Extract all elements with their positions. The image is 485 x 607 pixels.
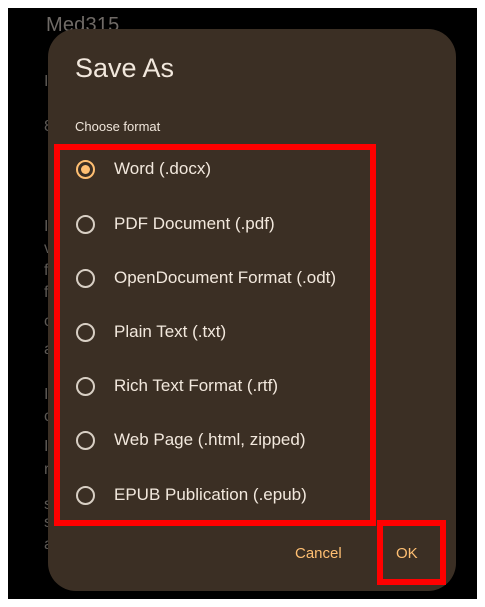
choose-format-label: Choose format — [75, 119, 161, 134]
format-option-label: Word (.docx) — [114, 159, 211, 178]
format-option-label: Web Page (.html, zipped) — [114, 430, 306, 449]
radio-unselected-icon[interactable] — [76, 322, 95, 342]
radio-unselected-icon[interactable] — [76, 376, 95, 396]
format-option-label: OpenDocument Format (.odt) — [114, 268, 337, 287]
format-option-rtf[interactable]: Rich Text Format (.rtf) — [66, 368, 366, 404]
format-option-pdf[interactable]: PDF Document (.pdf) — [66, 206, 366, 242]
radio-unselected-icon[interactable] — [76, 268, 95, 288]
radio-unselected-icon[interactable] — [76, 430, 95, 450]
format-option-txt[interactable]: Plain Text (.txt) — [66, 314, 366, 350]
format-option-odt[interactable]: OpenDocument Format (.odt) — [66, 260, 366, 296]
format-option-label: Plain Text (.txt) — [114, 322, 227, 341]
format-option-epub[interactable]: EPUB Publication (.epub) — [66, 477, 366, 513]
format-option-label: PDF Document (.pdf) — [114, 214, 275, 233]
radio-unselected-icon[interactable] — [76, 485, 95, 505]
format-option-label: Rich Text Format (.rtf) — [114, 376, 279, 395]
dialog-title: Save As — [75, 53, 175, 83]
format-option-docx[interactable]: Word (.docx) — [66, 151, 366, 187]
format-option-html[interactable]: Web Page (.html, zipped) — [66, 422, 366, 458]
format-option-label: EPUB Publication (.epub) — [114, 485, 307, 504]
radio-unselected-icon[interactable] — [76, 214, 95, 234]
ok-button[interactable]: OK — [396, 545, 418, 562]
radio-selected-icon[interactable] — [76, 159, 95, 179]
cancel-button[interactable]: Cancel — [295, 545, 342, 562]
